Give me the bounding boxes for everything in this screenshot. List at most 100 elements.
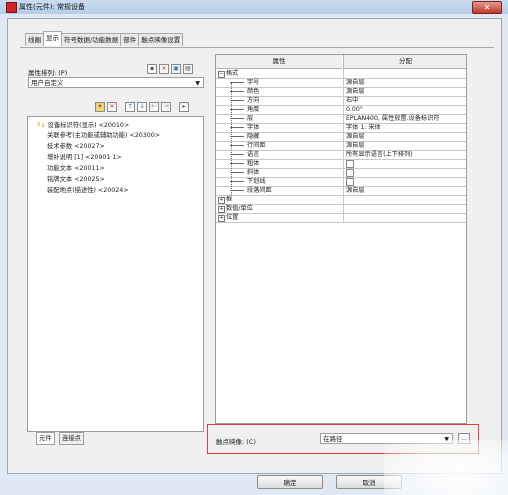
property-value-cell[interactable]	[343, 168, 466, 177]
tab-connection-points[interactable]: 连接点	[59, 432, 84, 445]
close-button[interactable]: ✕	[472, 1, 502, 14]
import-icon[interactable]: ▣	[171, 64, 181, 74]
tab-display[interactable]: 显示	[43, 31, 62, 46]
property-value-cell[interactable]: 0.00°	[343, 105, 466, 114]
sort-select[interactable]: 用户自定义 ▼	[28, 77, 204, 88]
list-item[interactable]: 技术参数 <20027>	[47, 141, 105, 150]
property-name: 字号	[247, 79, 260, 86]
property-value-cell[interactable]	[343, 204, 466, 213]
property-value-cell[interactable]	[343, 195, 466, 204]
property-name: 字体	[247, 124, 260, 131]
property-name: 斜体	[247, 169, 260, 176]
property-name: 方向	[247, 97, 260, 104]
property-name-cell: 行间距	[216, 141, 342, 150]
sort-label: 属性排列: (P)	[28, 69, 68, 77]
property-name-cell: 粗体	[216, 159, 342, 168]
list-item[interactable]: 增补说明 [1] <20901 1>	[47, 152, 122, 161]
property-name-cell: 语言	[216, 150, 342, 159]
new-item-icon[interactable]: ✦	[95, 102, 105, 112]
align-left-icon[interactable]: ⊢	[149, 102, 159, 112]
expand-icon[interactable]: +	[218, 197, 225, 204]
property-name-cell: 角度	[216, 105, 342, 114]
marker-icon: ?↓	[37, 122, 46, 129]
align-right-icon[interactable]: ⊣	[161, 102, 171, 112]
chevron-down-icon: ▼	[195, 80, 200, 87]
property-name-cell: 字体	[216, 123, 342, 132]
list-item[interactable]: 功能文本 <20011>	[47, 163, 105, 172]
tree-branch	[230, 172, 244, 173]
property-value-cell[interactable]: 右中	[343, 96, 466, 105]
tab-parts[interactable]: 部件	[120, 33, 140, 46]
property-name: 语言	[247, 151, 260, 158]
tree-branch	[230, 163, 244, 164]
window-title: 属性(元件): 常规设备	[19, 3, 86, 11]
list-item[interactable]: 装配地点(描述性) <20024>	[47, 185, 129, 194]
checkbox[interactable]	[346, 169, 354, 177]
property-value-cell[interactable]	[343, 213, 466, 222]
property-name: 段落间距	[247, 187, 272, 194]
table-row[interactable]: + 位置	[216, 213, 466, 223]
tab-symbol-function-data[interactable]: 符号数据/功能数据	[61, 33, 122, 46]
property-name-cell: 字号	[216, 78, 342, 87]
collapse-icon[interactable]: −	[218, 71, 225, 78]
property-value-cell[interactable]: 源自层	[343, 87, 466, 96]
tree-branch	[230, 145, 244, 146]
expand-icon[interactable]: +	[218, 215, 225, 222]
app-icon	[6, 2, 17, 13]
property-value-cell[interactable]	[343, 177, 466, 186]
property-name: 层	[247, 115, 254, 122]
delete-icon[interactable]: ✕	[159, 64, 169, 74]
property-name-cell: 下划线	[216, 177, 342, 186]
expand-icon[interactable]: +	[218, 206, 225, 213]
checkbox[interactable]	[346, 178, 354, 186]
property-value-cell[interactable]: EPLAN400, 属性放置.设备标识符	[343, 114, 466, 123]
property-value-cell[interactable]: 所有显示语言(上下排列)	[343, 150, 466, 159]
property-name-cell: 段落间距	[216, 186, 342, 195]
tree-branch	[230, 136, 244, 137]
property-value-cell[interactable]	[343, 69, 466, 78]
export-icon[interactable]: ▤	[183, 64, 193, 74]
tab-contact-image-settings[interactable]: 触点映像设置	[138, 33, 184, 46]
remove-item-icon[interactable]: ✕	[107, 102, 117, 112]
checkbox[interactable]	[346, 160, 354, 168]
property-name: 行间距	[247, 142, 266, 149]
property-value-cell[interactable]: 源自层	[343, 186, 466, 195]
property-name: 颜色	[247, 88, 260, 95]
tree-branch	[230, 181, 244, 182]
property-name-cell: 颜色	[216, 87, 342, 96]
tree-branch	[230, 109, 244, 110]
list-item[interactable]: ?↓ 设备标识符(显示) <20010>	[37, 120, 129, 129]
save-icon[interactable]: ▪	[147, 64, 157, 74]
column-header-assignment: 分配	[343, 55, 466, 69]
property-name: 下划线	[247, 178, 266, 185]
title-bar: 属性(元件): 常规设备 ✕	[0, 0, 508, 15]
property-value-cell[interactable]	[343, 159, 466, 168]
ok-button[interactable]: 确定	[257, 475, 323, 489]
property-name-cell: + 框	[216, 195, 342, 204]
list-item[interactable]: 关联参考(主功能或辅助功能) <20300>	[47, 130, 160, 139]
property-name-cell: + 位置	[216, 213, 342, 222]
tab-element[interactable]: 元件	[36, 432, 55, 445]
property-name-cell: 层	[216, 114, 342, 123]
list-item[interactable]: 铭牌文本 <20025>	[47, 174, 105, 183]
watermark-blur	[384, 440, 508, 495]
tree-branch	[230, 100, 244, 101]
property-name: 角度	[247, 106, 260, 113]
property-name-cell: 斜体	[216, 168, 342, 177]
tree-branch	[230, 118, 244, 119]
property-list[interactable]: ?↓ 设备标识符(显示) <20010> 关联参考(主功能或辅助功能) <203…	[27, 116, 204, 432]
property-value-cell[interactable]: 字体 1: 宋体	[343, 123, 466, 132]
property-value-cell[interactable]: 源自层	[343, 141, 466, 150]
property-name-cell: − 格式	[216, 69, 342, 78]
move-up-icon[interactable]: ↑	[125, 102, 135, 112]
tab-coil[interactable]: 线圈	[25, 33, 44, 46]
tab-divider	[20, 47, 494, 48]
tab-bar: 线圈 显示 符号数据/功能数据 部件 触点映像设置	[25, 31, 184, 47]
move-down-icon[interactable]: ↓	[137, 102, 147, 112]
property-value-cell[interactable]: 源自层	[343, 78, 466, 87]
tree-branch	[230, 127, 244, 128]
property-name-cell: 方向	[216, 96, 342, 105]
expand-icon[interactable]: ▸	[179, 102, 189, 112]
property-value-cell[interactable]: 源自层	[343, 132, 466, 141]
tree-branch	[230, 91, 244, 92]
